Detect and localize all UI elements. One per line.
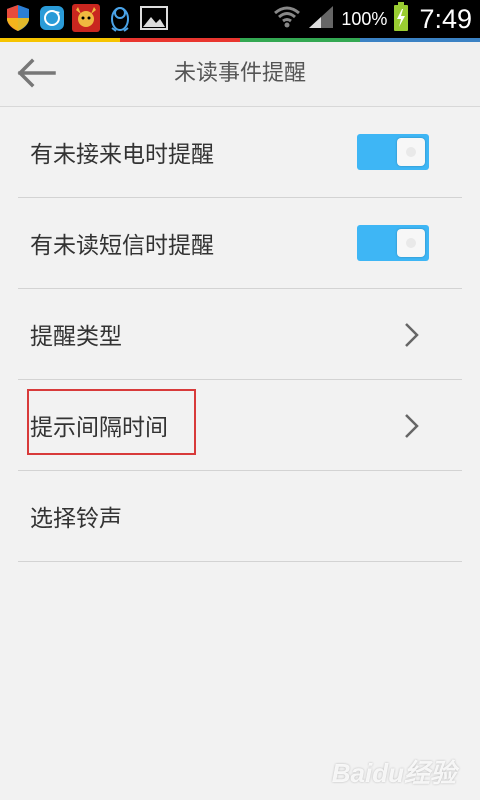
setting-label: 提醒类型 xyxy=(30,324,122,350)
battery-charging-icon xyxy=(393,2,409,36)
gallery-icon xyxy=(140,4,168,32)
battery-percentage: 100% xyxy=(341,8,388,29)
setting-label: 有未读短信时提醒 xyxy=(30,233,214,259)
setting-label: 提示间隔时间 xyxy=(30,415,168,441)
status-right-area: 100% 7:49 xyxy=(273,2,472,36)
shield-icon xyxy=(4,4,32,32)
status-bar: 100% 7:49 xyxy=(0,0,480,38)
watermark: Baidu经验 xyxy=(331,758,456,788)
setting-select-ringtone[interactable]: 选择铃声 xyxy=(18,471,462,562)
missed-call-toggle[interactable] xyxy=(357,134,429,170)
page-title: 未读事件提醒 xyxy=(173,61,306,86)
back-button[interactable] xyxy=(14,56,58,94)
app-mascot-icon xyxy=(72,4,100,32)
setting-reminder-type[interactable]: 提醒类型 xyxy=(18,289,462,380)
setting-missed-call-reminder[interactable]: 有未接来电时提醒 xyxy=(18,107,462,198)
toggle-knob xyxy=(397,138,425,166)
signal-icon xyxy=(307,4,335,34)
toggle-knob xyxy=(397,229,425,257)
sync-icon xyxy=(38,4,66,32)
qq-penguin-icon xyxy=(106,4,134,32)
settings-list: 有未接来电时提醒 有未读短信时提醒 提醒类型 提示间隔时间 选择铃声 xyxy=(18,107,462,562)
title-bar: 未读事件提醒 xyxy=(0,42,480,107)
setting-label: 有未接来电时提醒 xyxy=(30,142,214,168)
wifi-icon xyxy=(273,4,301,34)
status-clock: 7:49 xyxy=(419,3,472,34)
notification-icons xyxy=(4,4,168,34)
unread-sms-toggle[interactable] xyxy=(357,225,429,261)
arrow-left-icon xyxy=(16,58,56,92)
setting-label: 选择铃声 xyxy=(30,506,122,532)
chevron-right-icon xyxy=(404,413,420,439)
setting-unread-sms-reminder[interactable]: 有未读短信时提醒 xyxy=(18,198,462,289)
setting-reminder-interval[interactable]: 提示间隔时间 xyxy=(18,380,462,471)
chevron-right-icon xyxy=(404,322,420,348)
